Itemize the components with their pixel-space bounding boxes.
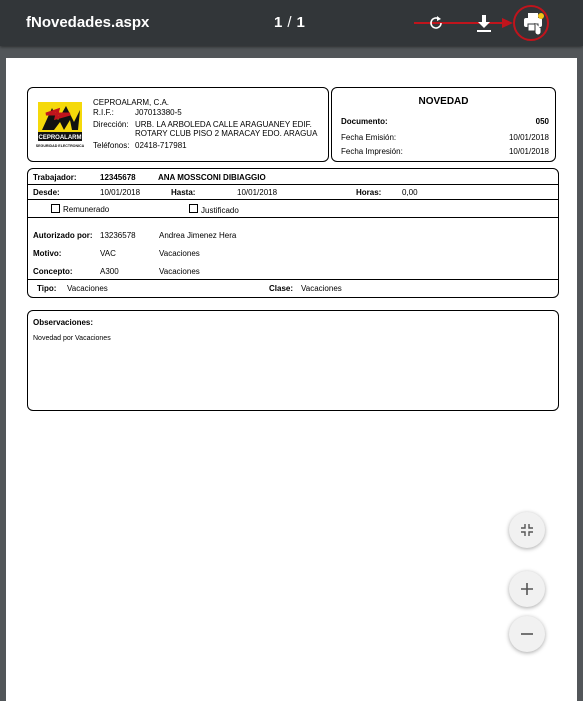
horas-label: Horas: bbox=[356, 188, 382, 197]
download-icon bbox=[477, 15, 491, 32]
novedad-box: NOVEDAD Documento: 050 Fecha Emisión: 10… bbox=[331, 87, 556, 162]
observaciones-label: Observaciones: bbox=[33, 318, 94, 327]
divider bbox=[28, 199, 558, 200]
trabajador-id: 12345678 bbox=[100, 173, 136, 182]
observaciones-box: Observaciones: Novedad por Vacaciones bbox=[27, 310, 559, 411]
fit-page-button[interactable] bbox=[509, 512, 545, 548]
fecha-emision-value: 10/01/2018 bbox=[508, 133, 549, 142]
svg-text:SEGURIDAD ELECTRONICA: SEGURIDAD ELECTRONICA bbox=[36, 144, 84, 148]
autorizado-id: 13236578 bbox=[100, 231, 136, 240]
phone-label: Teléfonos: bbox=[93, 141, 130, 150]
documento-label: Documento: bbox=[341, 117, 388, 126]
address-line2: ROTARY CLUB PISO 2 MARACAY EDO. ARAGUA bbox=[135, 129, 318, 138]
observaciones-text: Novedad por Vacaciones bbox=[33, 335, 111, 342]
remunerado-label: Remunerado bbox=[63, 205, 110, 214]
hasta-label: Hasta: bbox=[171, 188, 196, 197]
novedad-heading: NOVEDAD bbox=[418, 96, 469, 107]
concepto-label: Concepto: bbox=[33, 267, 73, 276]
company-logo: CEPROALARM SEGURIDAD ELECTRONICA bbox=[36, 100, 84, 150]
svg-text:CEPROALARM: CEPROALARM bbox=[39, 135, 82, 141]
desde-value: 10/01/2018 bbox=[100, 188, 141, 197]
tipo-label: Tipo: bbox=[37, 284, 57, 293]
divider bbox=[28, 279, 558, 280]
phone-value: 02418-717981 bbox=[135, 141, 187, 150]
current-page[interactable]: 1 bbox=[274, 14, 282, 31]
fecha-impresion-value: 10/01/2018 bbox=[508, 147, 549, 156]
zoom-out-button[interactable] bbox=[509, 616, 545, 652]
motivo-desc: Vacaciones bbox=[159, 249, 200, 258]
print-icon bbox=[524, 13, 544, 35]
company-name: CEPROALARM, C.A. bbox=[93, 98, 170, 107]
document-title: fNovedades.aspx bbox=[26, 14, 150, 31]
address-label: Dirección: bbox=[93, 120, 129, 129]
justificado-checkbox[interactable] bbox=[189, 204, 198, 213]
fecha-impresion-label: Fecha Impresión: bbox=[341, 147, 403, 156]
page-indicator: 1/1 bbox=[274, 14, 305, 31]
rif-label: R.I.F.: bbox=[93, 108, 114, 117]
documento-value: 050 bbox=[535, 117, 549, 126]
print-button[interactable] bbox=[520, 9, 548, 37]
address-line1: URB. LA ARBOLEDA CALLE ARAGUANEY EDIF. bbox=[135, 120, 312, 129]
fecha-emision-label: Fecha Emisión: bbox=[341, 133, 397, 142]
trabajador-label: Trabajador: bbox=[33, 173, 77, 182]
clase-label: Clase: bbox=[269, 284, 294, 293]
clase-value: Vacaciones bbox=[301, 284, 342, 293]
hasta-value: 10/01/2018 bbox=[237, 188, 278, 197]
rotate-button[interactable] bbox=[422, 9, 450, 37]
zoom-out-icon bbox=[521, 633, 533, 635]
concepto-code: A300 bbox=[100, 267, 119, 276]
viewer-toolbar: fNovedades.aspx 1/1 bbox=[0, 0, 583, 46]
detail-box: Trabajador: 12345678 ANA MOSSCONI DIBIAG… bbox=[27, 168, 559, 298]
company-box: CEPROALARM SEGURIDAD ELECTRONICA CEPROAL… bbox=[27, 87, 329, 162]
total-pages: 1 bbox=[296, 14, 305, 31]
rotate-icon bbox=[430, 16, 442, 29]
autorizado-name: Andrea Jimenez Hera bbox=[159, 231, 237, 240]
concepto-desc: Vacaciones bbox=[159, 267, 200, 276]
trabajador-name: ANA MOSSCONI DIBIAGGIO bbox=[158, 173, 266, 182]
download-button[interactable] bbox=[470, 9, 498, 37]
pdf-page: CEPROALARM SEGURIDAD ELECTRONICA CEPROAL… bbox=[6, 58, 577, 701]
zoom-in-icon bbox=[521, 583, 533, 595]
remunerado-checkbox[interactable] bbox=[51, 204, 60, 213]
motivo-code: VAC bbox=[100, 249, 116, 258]
divider bbox=[28, 217, 558, 218]
divider bbox=[28, 184, 558, 185]
tipo-value: Vacaciones bbox=[67, 284, 108, 293]
autorizado-label: Autorizado por: bbox=[33, 231, 93, 240]
horas-value: 0,00 bbox=[402, 188, 418, 197]
desde-label: Desde: bbox=[33, 188, 60, 197]
motivo-label: Motivo: bbox=[33, 249, 62, 258]
zoom-in-button[interactable] bbox=[509, 571, 545, 607]
fit-page-icon bbox=[521, 524, 533, 536]
rif-value: J07013380-5 bbox=[135, 108, 182, 117]
page-separator: / bbox=[287, 14, 292, 31]
justificado-label: Justificado bbox=[201, 206, 239, 215]
